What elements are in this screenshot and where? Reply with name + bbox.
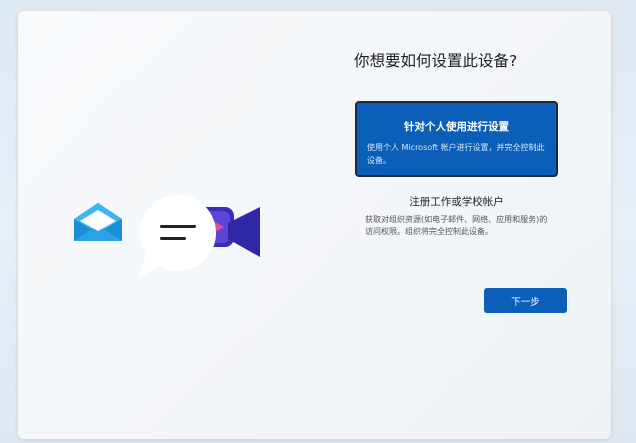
personal-use-option[interactable]: 针对个人使用进行设置 使用个人 Microsoft 帐户进行设置，并完全控制此设… — [355, 101, 558, 177]
oobe-card: 你想要如何设置此设备? 针对个人使用进行设置 使用个人 Microsoft 帐户… — [18, 11, 611, 439]
next-button[interactable]: 下一步 — [484, 288, 567, 313]
work-school-option[interactable]: 注册工作或学校帐户 获取对组织资源(如电子邮件、网络、应用和服务)的访问权限。组… — [355, 189, 558, 255]
option-title: 针对个人使用进行设置 — [404, 121, 509, 133]
illustration — [74, 195, 260, 279]
option-description: 使用个人 Microsoft 帐户进行设置，并完全控制此设备。 — [367, 143, 545, 165]
option-description: 获取对组织资源(如电子邮件、网络、应用和服务)的访问权限。组织将完全控制此设备。 — [365, 215, 548, 236]
mail-icon — [74, 203, 122, 241]
chat-bubble-icon — [138, 195, 216, 279]
option-title: 注册工作或学校帐户 — [409, 196, 504, 208]
page-title: 你想要如何设置此设备? — [354, 52, 518, 70]
